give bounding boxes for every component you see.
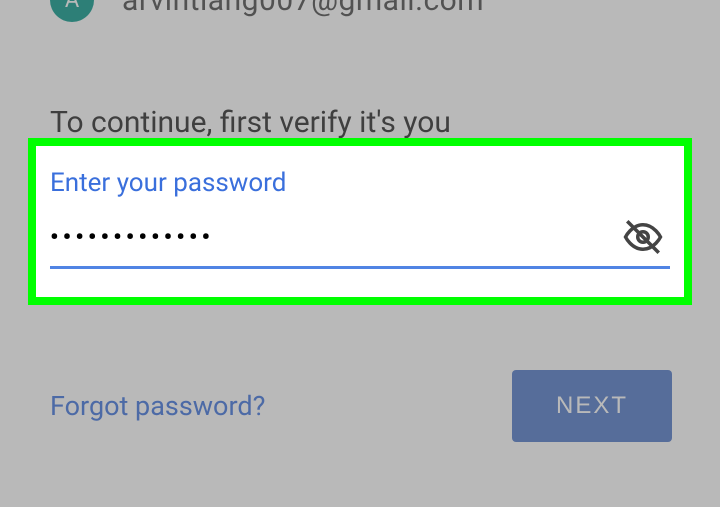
next-button[interactable]: NEXT (512, 370, 672, 442)
password-input[interactable]: ••••••••••••• (50, 223, 622, 251)
forgot-password-link[interactable]: Forgot password? (50, 390, 265, 422)
bottom-actions-row: Forgot password? NEXT (50, 370, 672, 442)
verify-heading: To continue, first verify it's you (0, 105, 720, 140)
visibility-off-icon[interactable] (622, 216, 664, 258)
password-highlight-box: Enter your password ••••••••••••• (28, 138, 692, 305)
password-field-row: ••••••••••••• (50, 216, 670, 269)
account-row[interactable]: A arvintiang007@gmail.com (0, 0, 720, 10)
avatar: A (50, 0, 94, 22)
avatar-letter: A (65, 0, 79, 13)
password-label: Enter your password (50, 168, 670, 198)
account-email: arvintiang007@gmail.com (122, 0, 484, 18)
